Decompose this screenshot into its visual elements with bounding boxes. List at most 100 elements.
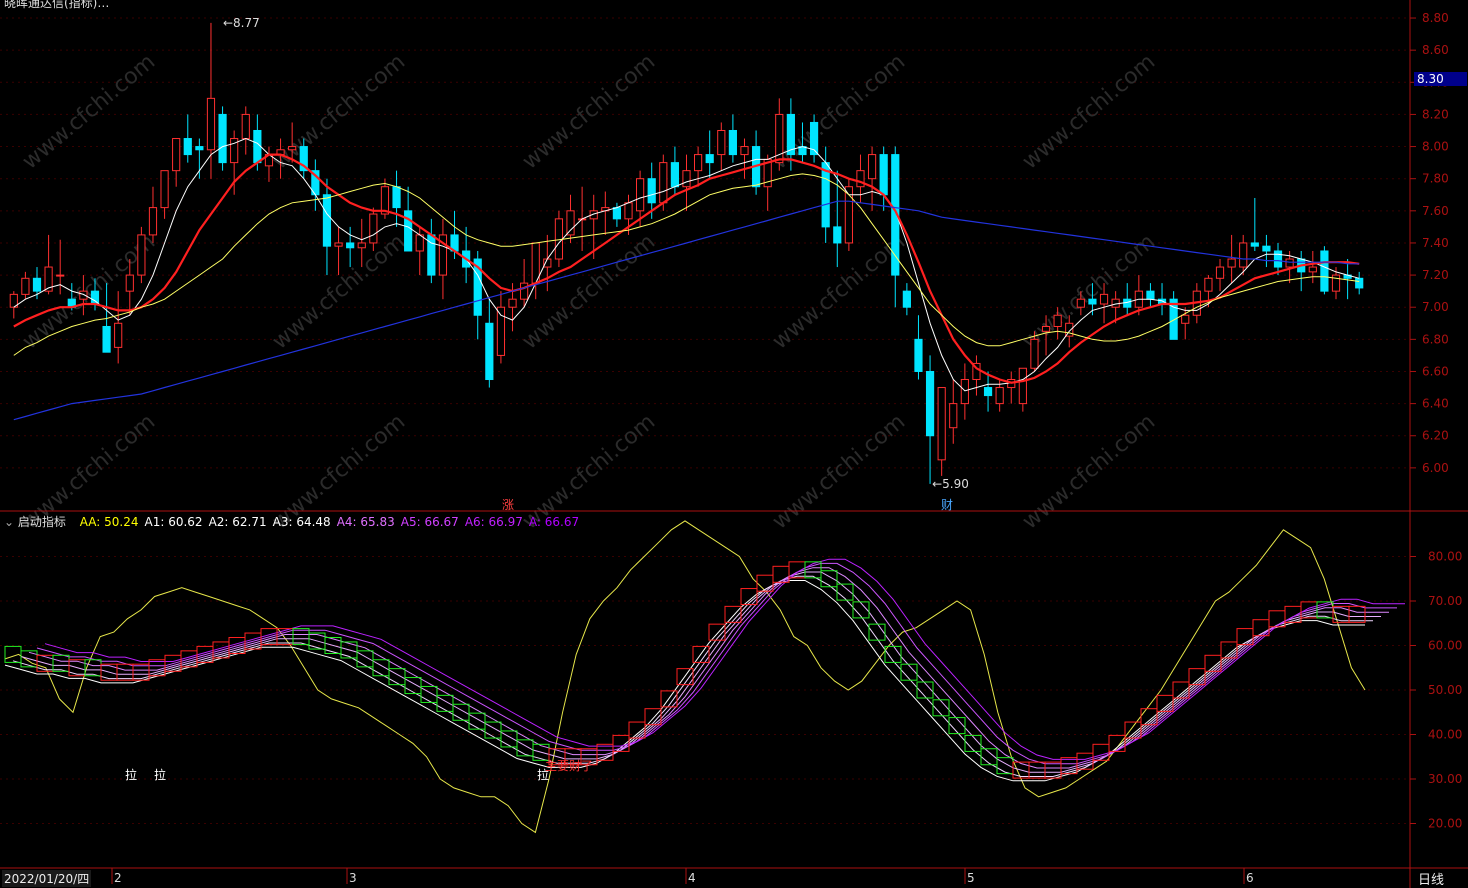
watermark: www.cfchi.com	[268, 49, 410, 174]
marker-cai: 财	[941, 498, 953, 512]
indicator-step-box	[740, 588, 758, 606]
current-price-tag: 8.30	[1414, 72, 1467, 86]
indicator-step-box	[1268, 610, 1286, 628]
candle-body	[32, 277, 42, 292]
candle-body	[1181, 314, 1190, 324]
current-date: 2022/01/20/四	[2, 870, 92, 887]
candle-body	[114, 322, 123, 348]
indicator-step-box	[52, 654, 70, 672]
candle-body	[1018, 367, 1027, 405]
price-tick-label: 8.00	[1422, 140, 1449, 154]
indicator-reading: A1: 60.62	[144, 515, 203, 529]
price-tick-label: 7.80	[1422, 172, 1449, 186]
candle-body	[288, 146, 297, 151]
price-tick-label: 6.00	[1422, 461, 1449, 475]
indicator-reading: A2: 62.71	[208, 515, 267, 529]
indicator-tick-label: 70.00	[1428, 594, 1462, 608]
ma-line-ma60	[13, 200, 1360, 421]
candle-body	[253, 129, 262, 164]
watermark: www.cfchi.com	[1018, 409, 1160, 534]
month-label: 3	[349, 871, 357, 885]
candle-body	[241, 113, 250, 140]
candle-body	[137, 234, 146, 276]
indicator-reading: A: 66.67	[528, 515, 580, 529]
candle-body	[914, 338, 923, 372]
watermark: www.cfchi.com	[18, 49, 160, 174]
window-title: 晓晖通达信(指标)…	[4, 0, 110, 10]
indicator-step-box	[84, 659, 102, 677]
candle-body	[879, 154, 888, 196]
indicator-reading: A5: 66.67	[400, 515, 459, 529]
candle-body	[717, 129, 726, 156]
candle-body	[1088, 298, 1097, 305]
candle-body	[125, 274, 134, 292]
candle-body	[160, 170, 169, 209]
candle-body	[694, 154, 703, 172]
candle-body	[183, 138, 192, 156]
ma-line-ma10	[13, 153, 1360, 384]
candle-body	[369, 213, 378, 244]
indicator-annotation: 主要财了	[545, 759, 593, 773]
price-tick-label: 7.60	[1422, 204, 1449, 218]
indicator-step-box	[1092, 743, 1110, 761]
candle-body	[786, 113, 795, 156]
indicator-lines	[4, 520, 1405, 834]
candle-body	[960, 379, 969, 405]
price-tick-label: 8.60	[1422, 43, 1449, 57]
indicator-step-box	[1204, 654, 1222, 672]
watermark: www.cfchi.com	[768, 409, 910, 534]
candle-body	[902, 290, 911, 308]
candle-body	[624, 202, 633, 220]
indicator-name: 启动指标	[17, 515, 66, 529]
price-tick-label: 8.80	[1422, 11, 1449, 25]
candle-body	[21, 277, 30, 295]
candle-body	[1053, 314, 1062, 327]
indicator-step-box	[116, 663, 134, 681]
watermark: www.cfchi.com	[1018, 49, 1160, 174]
indicator-step-box	[1108, 734, 1126, 752]
candle-body	[647, 178, 656, 204]
indicator-step-box	[1124, 721, 1142, 739]
candle-body	[636, 178, 645, 212]
price-tick-label: 6.80	[1422, 332, 1449, 346]
indicator-step-box	[292, 628, 310, 646]
candle-body	[79, 290, 88, 300]
candle-body	[392, 186, 401, 209]
candle-body	[740, 146, 749, 156]
indicator-line-band	[44, 558, 1405, 760]
candle-body	[670, 162, 679, 188]
candle-body	[949, 403, 958, 429]
candle-body	[1204, 277, 1213, 292]
candle-body	[485, 322, 494, 381]
candle-body	[206, 97, 216, 151]
candle-body	[172, 138, 181, 172]
indicator-reading: AA: 50.24	[79, 515, 139, 529]
candle-body	[983, 387, 993, 397]
indicator-step-box	[628, 721, 646, 739]
month-label: 2	[114, 871, 122, 885]
indicator-readings: AA: 50.24 A1: 60.62 A2: 62.71 A3: 64.48 A4: …	[80, 515, 585, 529]
indicator-step-box	[1156, 694, 1174, 712]
price-tick-label: 7.40	[1422, 236, 1449, 250]
candle-body	[322, 194, 332, 247]
candle-body	[1239, 242, 1248, 268]
indicator-reading: A4: 65.83	[336, 515, 395, 529]
candle-body	[508, 298, 517, 308]
candle-body	[1099, 293, 1109, 305]
high-marker: ←8.77	[223, 16, 260, 30]
candle-body	[1030, 338, 1039, 369]
period-button[interactable]: 日线	[1418, 869, 1444, 888]
collapse-icon[interactable]: ⌄	[4, 515, 14, 529]
indicator-tick-label: 50.00	[1428, 683, 1462, 697]
stock-chart[interactable]: www.cfchi.com www.cfchi.com www.cfchi.com w…	[0, 0, 1468, 888]
month-label: 6	[1246, 871, 1254, 885]
indicator-tick-label: 80.00	[1428, 550, 1462, 564]
indicator-step-box	[1028, 761, 1046, 779]
candle-body	[218, 113, 227, 164]
month-label: 5	[967, 871, 975, 885]
indicator-step-box	[1220, 641, 1238, 659]
candle-body	[1355, 277, 1364, 289]
indicator-step-box	[772, 565, 790, 583]
candle-body	[1320, 250, 1329, 292]
indicator-step-box	[1044, 761, 1062, 779]
